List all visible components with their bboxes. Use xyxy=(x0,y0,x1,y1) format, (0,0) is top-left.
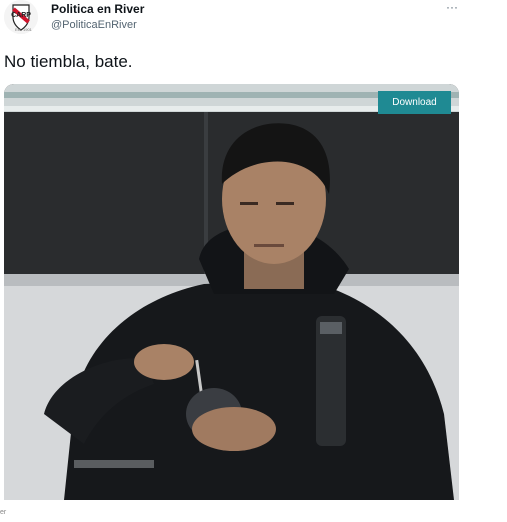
more-horizontal-icon[interactable]: ··· xyxy=(446,1,458,13)
download-button[interactable]: Download xyxy=(378,91,451,114)
svg-text:CARP: CARP xyxy=(11,12,31,19)
avatar-caption: Est. 1901 xyxy=(15,27,32,32)
author-name[interactable]: Politica en River xyxy=(51,2,144,16)
author-handle[interactable]: @PoliticaEnRiver xyxy=(51,19,137,31)
media-photo xyxy=(4,84,459,500)
tweet-media[interactable] xyxy=(4,84,459,500)
tweet-text: No tiembla, bate. xyxy=(4,52,133,71)
footer-fragment: er xyxy=(0,509,7,516)
